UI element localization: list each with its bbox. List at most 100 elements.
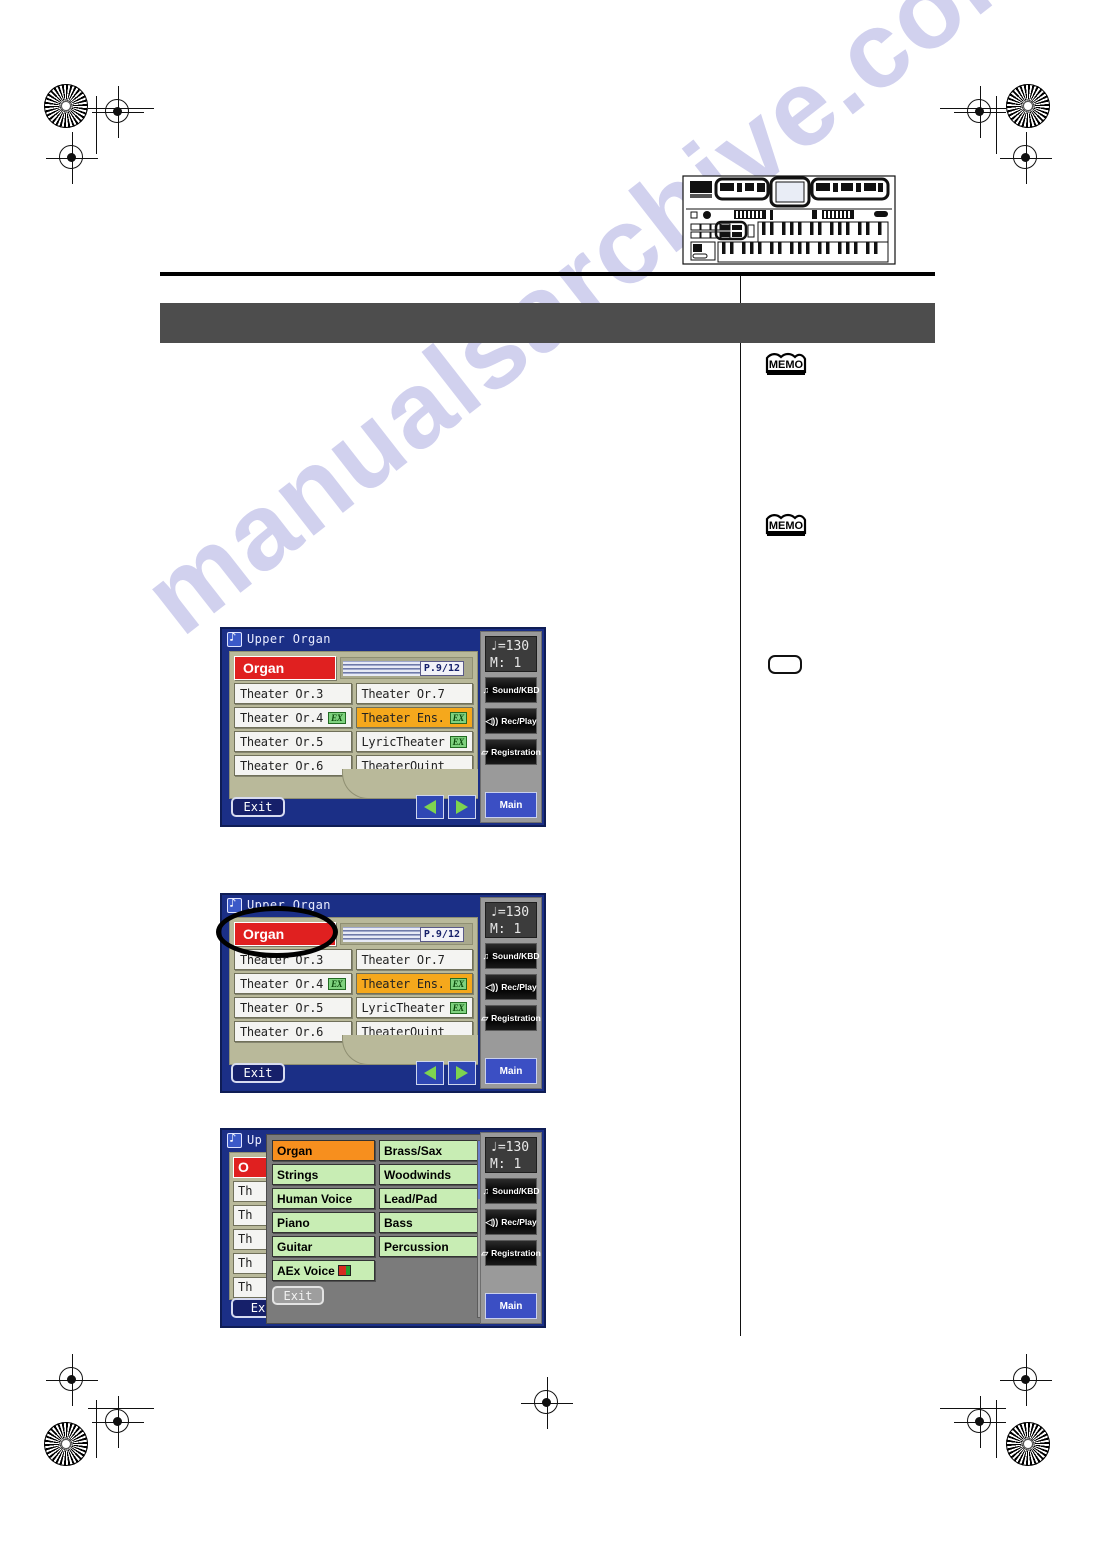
music-note-icon xyxy=(227,630,242,647)
screen-voice-list-annotated[interactable]: Upper Organ Organ P.9/12 Theater Or.3 Th… xyxy=(220,893,546,1093)
voice-button[interactable]: Theater Or.7 xyxy=(355,683,473,704)
voice-label: Theater Ens. xyxy=(361,976,445,991)
rail-button-rec-play[interactable]: ◁)) Rec/Play xyxy=(485,974,537,1000)
category-row: Organ P.9/12 xyxy=(234,656,473,680)
voice-button[interactable]: Theater Or.3 xyxy=(234,683,352,704)
music-note-icon: ♫ xyxy=(482,685,490,695)
underlying-voice-list: O Th Th Th Th Th xyxy=(229,1152,269,1300)
category-label: Bass xyxy=(384,1215,413,1230)
prev-page-button[interactable] xyxy=(416,1061,444,1085)
ex-badge: EX xyxy=(449,977,467,990)
category-popup: Organ Brass/Sax Strings Woodwinds Human … xyxy=(266,1134,488,1324)
screen-title: Upper Organ xyxy=(247,898,331,912)
category-item-strings[interactable]: Strings xyxy=(272,1164,375,1185)
voice-button[interactable]: Theater Or.5 xyxy=(234,997,352,1018)
tempo-display: ♩=130 M: 1 xyxy=(485,902,537,938)
category-button[interactable]: Organ xyxy=(234,656,336,680)
category-item-aex-voice[interactable]: AEx Voice xyxy=(272,1260,375,1281)
category-row: Organ P.9/12 xyxy=(234,922,473,946)
category-label: Organ xyxy=(277,1143,313,1158)
rail-button-label: Rec/Play xyxy=(501,1217,537,1227)
rail-button-sound-kbd[interactable]: ♫ Sound/KBD xyxy=(483,1178,539,1204)
category-label: Brass/Sax xyxy=(384,1143,443,1158)
registration-icon: ▱ xyxy=(481,1012,489,1023)
exit-button[interactable]: Exit xyxy=(231,1063,285,1083)
underlying-category-stub: O xyxy=(233,1157,267,1178)
tempo-value: ♩=130 xyxy=(490,1140,530,1155)
ex-badge: EX xyxy=(449,735,467,748)
voice-label: Theater Or.4 xyxy=(240,710,324,725)
category-item-organ[interactable]: Organ xyxy=(272,1140,375,1161)
category-label: Guitar xyxy=(277,1239,313,1254)
music-note-icon xyxy=(227,896,242,913)
rail-button-sound-kbd[interactable]: ♫ Sound/KBD xyxy=(483,943,539,969)
category-label: Piano xyxy=(277,1215,310,1230)
category-item-woodwinds[interactable]: Woodwinds xyxy=(379,1164,482,1185)
voice-button[interactable]: Theater Or.4 EX xyxy=(234,973,352,994)
rail-spacer xyxy=(485,770,537,787)
main-button[interactable]: Main xyxy=(485,1058,537,1084)
voice-button[interactable]: Theater Or.4 EX xyxy=(234,707,352,728)
prev-page-button[interactable] xyxy=(416,795,444,819)
voice-label: Theater Or.3 xyxy=(240,952,324,967)
rail-button-sound-kbd[interactable]: ♫ Sound/KBD xyxy=(482,677,539,703)
svg-text:MEMO: MEMO xyxy=(769,520,804,532)
voice-button[interactable]: Theater Or.7 xyxy=(355,949,473,970)
voice-button-selected[interactable]: Theater Ens. EX xyxy=(355,973,473,994)
tempo-value: ♩=130 xyxy=(490,639,530,654)
rail-button-registration[interactable]: ▱ Registration xyxy=(481,739,541,765)
underlying-voice-stub: Th xyxy=(233,1181,267,1202)
category-item-brass-sax[interactable]: Brass/Sax xyxy=(379,1140,482,1161)
page-slider[interactable]: P.9/12 xyxy=(340,657,473,679)
voice-grid: Theater Or.3 Theater Or.7 Theater Or.4 EX… xyxy=(234,949,473,1042)
rail-button-label: Registration xyxy=(491,747,541,757)
main-button[interactable]: Main xyxy=(485,1293,537,1319)
voice-label: LyricTheater xyxy=(361,1000,445,1015)
voice-button[interactable]: LyricTheater EX xyxy=(355,997,473,1018)
rail-button-registration[interactable]: ▱ Registration xyxy=(481,1005,541,1031)
voice-button[interactable]: Theater Or.5 xyxy=(234,731,352,752)
screen-right-rail: ♩=130 M: 1 ♫ Sound/KBD ◁)) Rec/Play ▱ Regis… xyxy=(480,631,542,823)
next-page-button[interactable] xyxy=(448,1061,476,1085)
popup-exit-button[interactable]: Exit xyxy=(272,1286,324,1305)
category-item-lead-pad[interactable]: Lead/Pad xyxy=(379,1188,482,1209)
registration-icon: ▱ xyxy=(481,1247,489,1258)
screen-title: Up xyxy=(247,1133,263,1147)
screen-right-rail: ♩=130 M: 1 ♫ Sound/KBD ◁)) Rec/Play ▱ Regis… xyxy=(480,1132,542,1324)
voice-label: Theater Or.3 xyxy=(240,686,324,701)
main-button[interactable]: Main xyxy=(485,792,537,818)
voice-button[interactable]: Theater Or.3 xyxy=(234,949,352,970)
voice-button[interactable]: LyricTheater EX xyxy=(355,731,473,752)
category-item-human-voice[interactable]: Human Voice xyxy=(272,1188,375,1209)
voice-label: LyricTheater xyxy=(361,734,445,749)
rail-button-label: Rec/Play xyxy=(501,982,537,992)
voice-button-selected[interactable]: Theater Ens. EX xyxy=(355,707,473,728)
category-label: Lead/Pad xyxy=(384,1191,438,1206)
page-slider[interactable]: P.9/12 xyxy=(340,923,473,945)
category-label: Strings xyxy=(277,1167,319,1182)
voice-label: Theater Ens. xyxy=(361,710,445,725)
exit-button[interactable]: Exit xyxy=(231,797,285,817)
voice-button[interactable]: Theater Or.6 xyxy=(234,755,352,776)
speaker-icon: ◁)) xyxy=(485,1216,499,1227)
rail-button-rec-play[interactable]: ◁)) Rec/Play xyxy=(485,708,537,734)
voice-button[interactable]: Theater Or.6 xyxy=(234,1021,352,1042)
rail-button-registration[interactable]: ▱ Registration xyxy=(481,1240,541,1266)
measure-value: M: 1 xyxy=(490,922,522,937)
category-button[interactable]: Organ xyxy=(234,922,336,946)
rail-button-rec-play[interactable]: ◁)) Rec/Play xyxy=(485,1209,537,1235)
voice-label: Theater Or.7 xyxy=(361,952,445,967)
voice-label: Theater Or.5 xyxy=(240,734,324,749)
category-item-piano[interactable]: Piano xyxy=(272,1212,375,1233)
screen-category-popup[interactable]: Up O Th Th Th Th Th Ex Organ Brass/Sax S… xyxy=(220,1128,546,1328)
page-content: manualsarchive.com MEMO MEMO ♪ Upper Org… xyxy=(0,0,1094,1548)
svg-text:MEMO: MEMO xyxy=(769,359,804,371)
voice-label: Theater Or.5 xyxy=(240,1000,324,1015)
category-item-guitar[interactable]: Guitar xyxy=(272,1236,375,1257)
blank-button-placeholder[interactable] xyxy=(768,655,802,674)
next-page-button[interactable] xyxy=(448,795,476,819)
screen-voice-list[interactable]: Upper Organ Organ P.9/12 Theater Or.3 Th… xyxy=(220,627,546,827)
category-item-bass[interactable]: Bass xyxy=(379,1212,482,1233)
rail-button-label: Registration xyxy=(491,1248,541,1258)
category-item-percussion[interactable]: Percussion xyxy=(379,1236,482,1257)
